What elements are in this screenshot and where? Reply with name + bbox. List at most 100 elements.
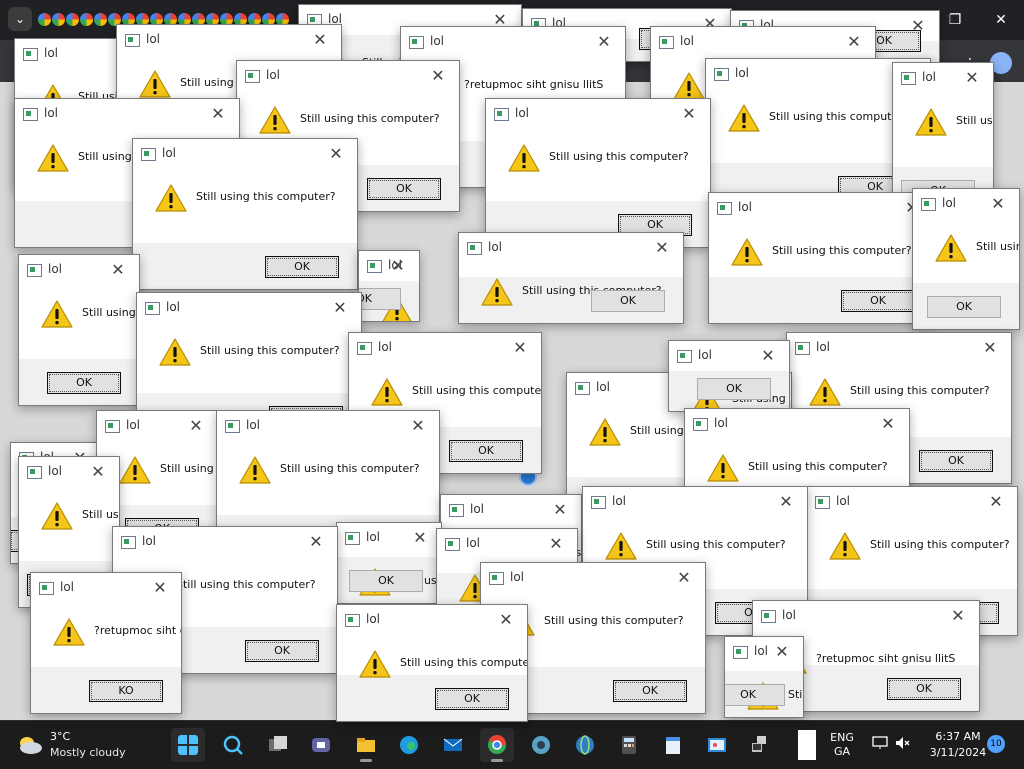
- taskbar-app-notepad[interactable]: [656, 728, 690, 762]
- ok-button[interactable]: OK: [265, 256, 339, 278]
- close-icon[interactable]: ✕: [417, 61, 459, 91]
- ok-button[interactable]: OK: [841, 290, 915, 312]
- close-icon[interactable]: ✕: [319, 293, 361, 323]
- ok-button[interactable]: KO: [89, 680, 163, 702]
- ok-button[interactable]: OK: [367, 178, 441, 200]
- dialog-title-bar[interactable]: lol✕: [893, 63, 993, 93]
- dialog-window[interactable]: lol✕Still using this computer?OK: [912, 188, 1020, 330]
- ok-button[interactable]: OK: [359, 288, 401, 310]
- ok-button[interactable]: OK: [927, 296, 1001, 318]
- dialog-title-bar[interactable]: lol✕: [651, 27, 875, 57]
- close-icon[interactable]: ✕: [539, 495, 581, 525]
- dialog-window[interactable]: lol✕Still using this computer?OK: [708, 192, 934, 324]
- ok-button[interactable]: OK: [591, 290, 665, 312]
- close-icon[interactable]: ✕: [175, 411, 217, 441]
- dialog-title-bar[interactable]: lol✕: [481, 563, 705, 593]
- dialog-title-bar[interactable]: lol✕: [237, 61, 459, 91]
- dialog-title-bar[interactable]: lol✕: [685, 409, 909, 439]
- dialog-title-bar[interactable]: lol✕: [337, 605, 527, 635]
- close-icon[interactable]: ✕: [747, 341, 789, 371]
- dialog-window[interactable]: lol✕Still using this computer?OK: [358, 250, 420, 322]
- language-indicator[interactable]: ENG GA: [824, 731, 860, 759]
- close-icon[interactable]: ✕: [139, 573, 181, 603]
- dialog-title-bar[interactable]: lol✕: [337, 523, 441, 553]
- notification-badge[interactable]: 10: [987, 735, 1005, 753]
- dialog-window[interactable]: lol✕Still using this computer?OK: [132, 138, 358, 290]
- dialog-title-bar[interactable]: lol✕: [669, 341, 789, 371]
- start-button[interactable]: [171, 728, 205, 762]
- dialog-title-bar[interactable]: lol✕: [401, 27, 625, 57]
- close-icon[interactable]: ✕: [668, 99, 710, 129]
- close-icon[interactable]: ✕: [377, 251, 419, 281]
- dialog-title-bar[interactable]: lol✕: [486, 99, 710, 129]
- taskbar-app-browser[interactable]: [568, 728, 602, 762]
- close-icon[interactable]: ✕: [663, 563, 705, 593]
- weather-widget[interactable]: 3°C Mostly cloudy: [16, 729, 156, 763]
- dialog-title-bar[interactable]: lol✕: [459, 233, 683, 263]
- taskbar-app-teams[interactable]: [304, 728, 338, 762]
- dialog-title-bar[interactable]: lol✕: [31, 573, 181, 603]
- taskbar-app-remote-desktop[interactable]: [744, 728, 778, 762]
- dialog-title-bar[interactable]: lol✕: [117, 25, 341, 55]
- dialog-title-bar[interactable]: lol✕: [709, 193, 933, 223]
- dialog-title-bar[interactable]: lol✕: [437, 529, 577, 559]
- close-icon[interactable]: ✕: [97, 255, 139, 285]
- clock[interactable]: 6:37 AM 3/11/2024: [922, 729, 994, 761]
- dialog-title-bar[interactable]: lol✕: [113, 527, 337, 557]
- taskbar-app-calculator[interactable]: [612, 728, 646, 762]
- dialog-title-bar[interactable]: lol✕: [349, 333, 541, 363]
- close-icon[interactable]: ✕: [975, 487, 1017, 517]
- close-icon[interactable]: ✕: [583, 27, 625, 57]
- taskbar-app-chrome[interactable]: [480, 728, 514, 762]
- dialog-title-bar[interactable]: lol✕: [359, 251, 419, 281]
- dialog-title-bar[interactable]: lol✕: [787, 333, 1011, 363]
- close-icon[interactable]: ✕: [535, 529, 577, 559]
- close-icon[interactable]: ✕: [937, 601, 979, 631]
- dialog-title-bar[interactable]: lol✕: [133, 139, 357, 169]
- dialog-title-bar[interactable]: lol✕: [97, 411, 217, 441]
- dialog-window[interactable]: lol✕Still using this computer?OK: [458, 232, 684, 324]
- taskbar-app-edge-dev[interactable]: [524, 728, 558, 762]
- dialog-title-bar[interactable]: lol✕: [807, 487, 1017, 517]
- close-icon[interactable]: ✕: [299, 25, 341, 55]
- close-icon[interactable]: ✕: [295, 527, 337, 557]
- taskbar-app-explorer[interactable]: [349, 728, 383, 762]
- close-icon[interactable]: ✕: [833, 27, 875, 57]
- close-icon[interactable]: ✕: [641, 233, 683, 263]
- ok-button[interactable]: OK: [47, 372, 121, 394]
- dialog-title-bar[interactable]: lol✕: [583, 487, 807, 517]
- close-icon[interactable]: ✕: [867, 409, 909, 439]
- tab-list-dropdown[interactable]: ⌄: [8, 7, 32, 31]
- taskbar-app-edge[interactable]: [392, 728, 426, 762]
- close-icon[interactable]: ✕: [485, 605, 527, 635]
- close-icon[interactable]: ✕: [951, 63, 993, 93]
- dialog-title-bar[interactable]: lol✕: [137, 293, 361, 323]
- taskbar-app-paint[interactable]: [700, 728, 734, 762]
- dialog-title-bar[interactable]: lol✕: [753, 601, 979, 631]
- dialog-title-bar[interactable]: lol✕: [217, 411, 439, 441]
- dialog-title-bar[interactable]: lol✕: [19, 457, 119, 487]
- taskbar-app-mail[interactable]: [436, 728, 470, 762]
- ok-button[interactable]: OK: [613, 680, 687, 702]
- dialog-window[interactable]: lol✕Still using this computer?OK: [336, 522, 442, 604]
- close-icon[interactable]: ✕: [397, 411, 439, 441]
- taskbar-app-blank[interactable]: [792, 728, 820, 762]
- dialog-title-bar[interactable]: lol✕: [441, 495, 581, 525]
- dialog-title-bar[interactable]: lol✕: [19, 255, 139, 285]
- close-icon[interactable]: ✕: [969, 333, 1011, 363]
- close-button[interactable]: ✕: [978, 0, 1024, 40]
- ok-button[interactable]: OK: [245, 640, 319, 662]
- dialog-window[interactable]: lol✕Still using this computer?OK: [724, 636, 804, 718]
- ok-button[interactable]: OK: [435, 688, 509, 710]
- dialog-title-bar[interactable]: lol✕: [15, 99, 239, 129]
- ok-button[interactable]: OK: [725, 684, 785, 706]
- ok-button[interactable]: OK: [887, 678, 961, 700]
- ok-button[interactable]: OK: [449, 440, 523, 462]
- close-icon[interactable]: ✕: [77, 457, 119, 487]
- close-icon[interactable]: ✕: [315, 139, 357, 169]
- search-button[interactable]: [216, 728, 250, 762]
- close-icon[interactable]: ✕: [399, 523, 441, 553]
- close-icon[interactable]: ✕: [197, 99, 239, 129]
- close-icon[interactable]: ✕: [977, 189, 1019, 219]
- dialog-window[interactable]: lol✕Still using this computer?OK: [485, 98, 711, 248]
